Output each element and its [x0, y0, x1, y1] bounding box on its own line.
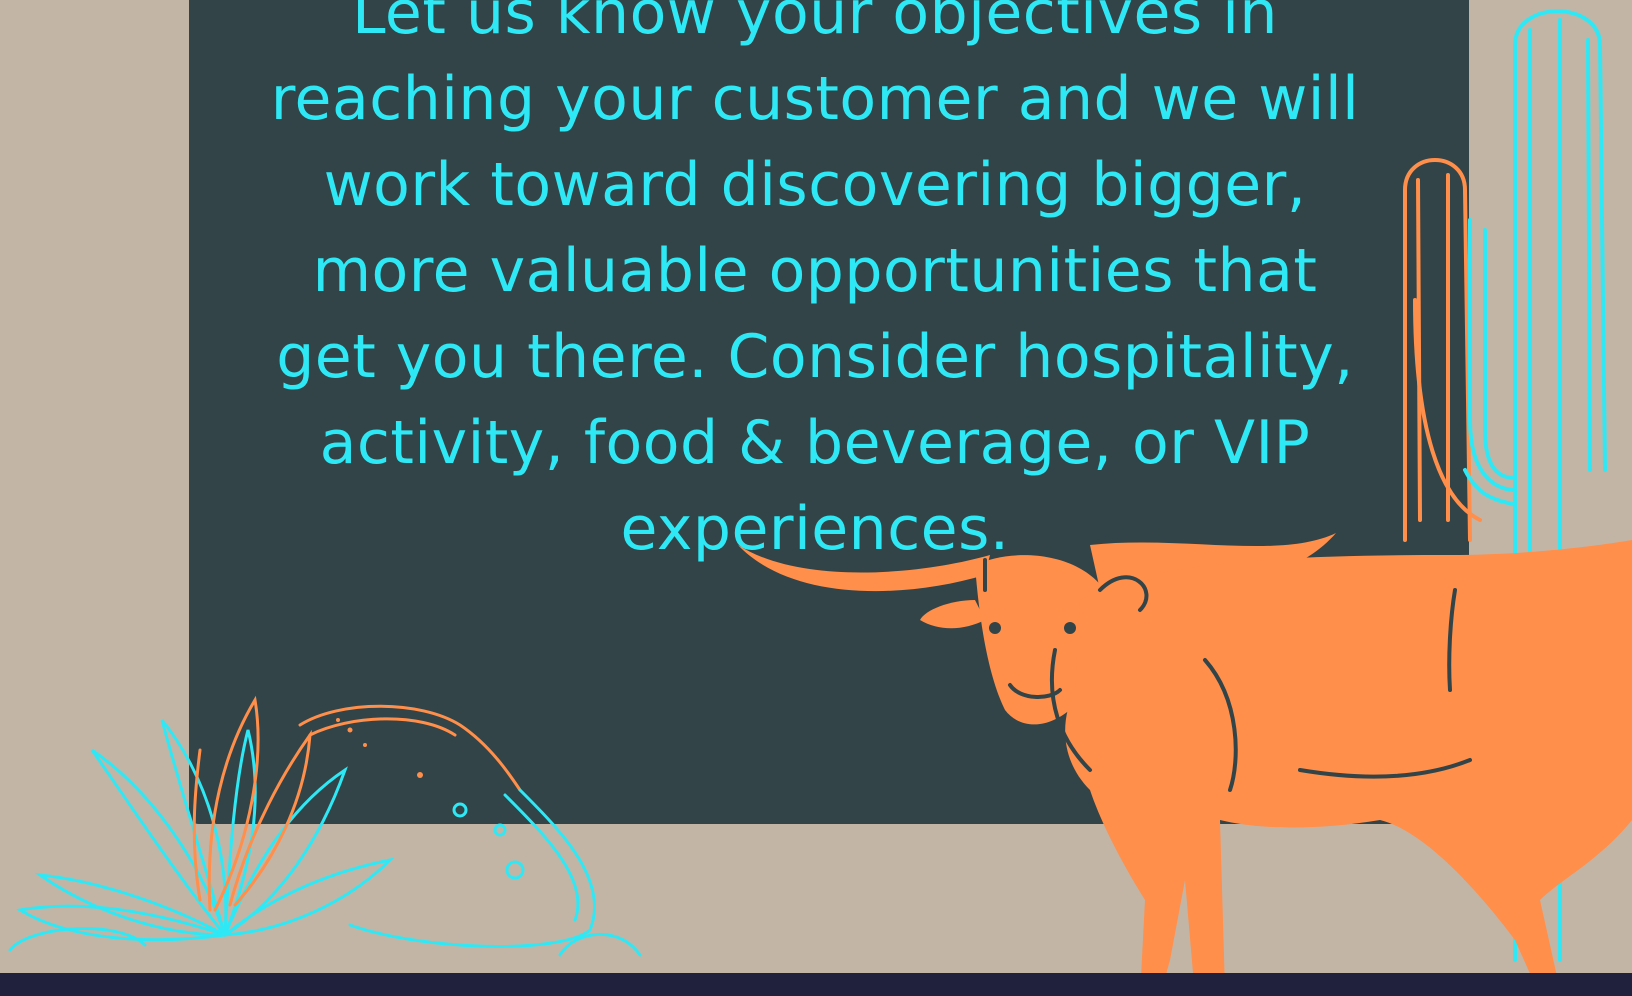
footer-bar	[0, 973, 1632, 996]
longhorn-bull-icon	[738, 533, 1632, 996]
